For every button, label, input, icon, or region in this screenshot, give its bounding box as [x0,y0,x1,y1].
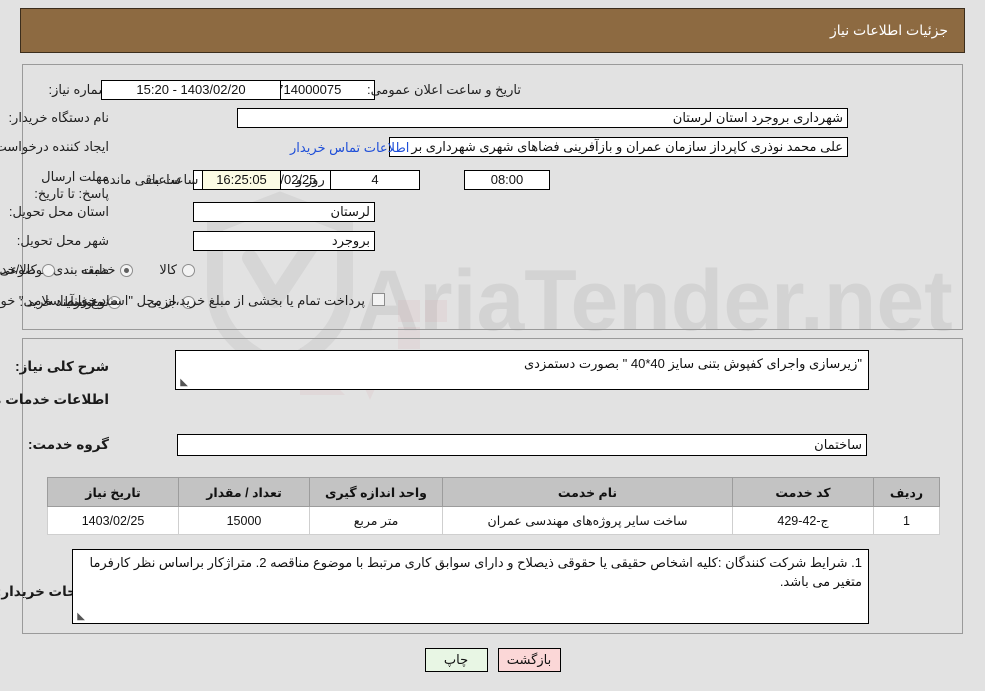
category-radio-group: کالا خدمت کالا/خدمت [0,262,195,278]
col-name: نام خدمت [442,477,733,507]
table-row: 1 ج-42-429 ساخت سایر پروژه‌های مهندسی عمرا… [47,506,940,535]
countdown-wrap: 16:25:05 [202,170,281,190]
page-root: AriaTender.net جزئیات اطلاعات نیاز شماره… [0,0,985,691]
services-table: ردیف کد خدمت نام خدمت واحد اندازه گیری ت… [47,477,940,535]
col-unit: واحد اندازه گیری [309,477,443,507]
creator-field[interactable]: علی محمد نوذری کاپرداز سازمان عمران و با… [389,137,848,157]
summary-label: شرح کلی نیاز: [15,359,109,374]
treasury-checkbox-label: پرداخت تمام یا بخشی از مبلغ خرید،از محل … [0,293,365,308]
buyer-notes-text: 1. شرایط شرکت کنندگان :کلیه اشخاص حقیقی … [89,555,863,589]
province-field-wrap: لرستان [193,202,375,222]
creator-field-wrap: علی محمد نوذری کاپرداز سازمان عمران و با… [389,137,848,157]
col-date: تاریخ نیاز [47,477,179,507]
days-label-wrap: روز و [296,172,325,188]
city-field-wrap: بروجرد [193,231,375,251]
buyer-org-label-wrap: نام دستگاه خریدار: [8,110,109,126]
cell-code: ج-42-429 [732,506,874,535]
page-header-bar: جزئیات اطلاعات نیاز [20,8,965,53]
creator-label-wrap: ایجاد کننده درخواست: [0,139,109,155]
col-code: کد خدمت [732,477,874,507]
cell-radif: 1 [873,506,940,535]
contact-link-wrap: اطلاعات تماس خریدار [290,140,409,156]
buyer-org-label: نام دستگاه خریدار: [8,110,109,125]
resize-grip-icon[interactable]: ◣ [178,378,188,388]
buyer-org-field[interactable]: شهرداری بروجرد استان لرستان [237,108,848,128]
announce-datetime-field[interactable]: 1403/02/20 - 15:20 [101,80,281,100]
announce-label-wrap: تاریخ و ساعت اعلان عمومی: [367,82,521,98]
table-header-row: ردیف کد خدمت نام خدمت واحد اندازه گیری ت… [47,477,940,507]
need-number-label: شماره نیاز: [48,82,109,97]
cell-name: ساخت سایر پروژه‌های مهندسی عمران [442,506,733,535]
buyer-contact-link[interactable]: اطلاعات تماس خریدار [290,140,409,156]
city-label-wrap: شهر محل تحویل: [17,233,109,249]
category-radio-2[interactable] [41,263,55,277]
category-option-2[interactable]: کالا/خدمت [0,262,55,278]
buyer-notes-textarea[interactable]: 1. شرایط شرکت کنندگان :کلیه اشخاص حقیقی … [72,549,869,624]
announce-datetime-label: تاریخ و ساعت اعلان عمومی: [366,82,521,97]
deadline-label: مهلت ارسال پاسخ: تا تاریخ: [34,169,109,201]
remaining-hours-label: ساعت باقی مانده [103,172,199,187]
category-label-0: کالا [159,262,177,277]
province-label-wrap: استان محل تحویل: [9,204,109,220]
print-button[interactable]: چاپ [424,648,488,672]
need-info-panel [22,64,963,330]
category-label-1: خدمت [80,262,116,277]
days-wrap: 4 [330,170,420,190]
category-label-2: کالا/خدمت [0,262,37,277]
treasury-checkbox[interactable] [372,293,385,306]
deadline-label-wrap: مهلت ارسال پاسخ: تا تاریخ: [21,168,109,202]
days-label: روز و [296,172,325,187]
category-radio-0[interactable] [182,263,195,277]
col-radif: ردیف [873,477,940,507]
page-title: جزئیات اطلاعات نیاز [829,22,948,38]
category-option-1[interactable]: خدمت [81,262,134,278]
province-field[interactable]: لرستان [193,202,375,222]
summary-text: "زیرسازی واجرای کفپوش بتنی سایز 40*40 " … [524,356,862,371]
service-group-label: گروه خدمت: [27,437,109,452]
col-qty: تعداد / مقدار [178,477,310,507]
category-option-0[interactable]: کالا [159,262,195,278]
treasury-checkbox-wrap[interactable]: پرداخت تمام یا بخشی از مبلغ خرید،از محل … [0,293,385,309]
city-label: شهر محل تحویل: [16,233,109,248]
category-radio-1[interactable] [120,263,134,277]
resize-grip-icon-notes[interactable]: ◣ [75,612,85,622]
days-remaining-field[interactable]: 4 [330,170,420,190]
service-group-field-wrap: ساختمان [177,434,867,456]
need-number-label-wrap: شماره نیاز: [49,82,109,98]
service-group-field[interactable]: ساختمان [177,434,867,456]
cell-qty: 15000 [178,506,310,535]
cell-date: 1403/02/25 [47,506,179,535]
back-button[interactable]: بازگشت [497,648,561,672]
deadline-time-field[interactable]: 08:00 [464,170,550,190]
button-bar: بازگشت چاپ [0,648,985,672]
countdown-timer-field: 16:25:05 [202,170,281,190]
city-field[interactable]: بروجرد [193,231,375,251]
summary-textarea[interactable]: "زیرسازی واجرای کفپوش بتنی سایز 40*40 " … [175,350,869,390]
creator-label: ایجاد کننده درخواست: [0,139,109,154]
services-section-title: اطلاعات خدمات مورد نیاز [0,392,109,407]
province-label: استان محل تحویل: [8,204,109,219]
cell-unit: متر مربع [309,506,443,535]
remaining-label-wrap: ساعت باقی مانده [103,172,198,188]
announce-field-wrap: 1403/02/20 - 15:20 [101,80,281,100]
buyer-org-field-wrap: شهرداری بروجرد استان لرستان [237,108,848,128]
deadline-time-wrap: 08:00 [464,170,550,190]
